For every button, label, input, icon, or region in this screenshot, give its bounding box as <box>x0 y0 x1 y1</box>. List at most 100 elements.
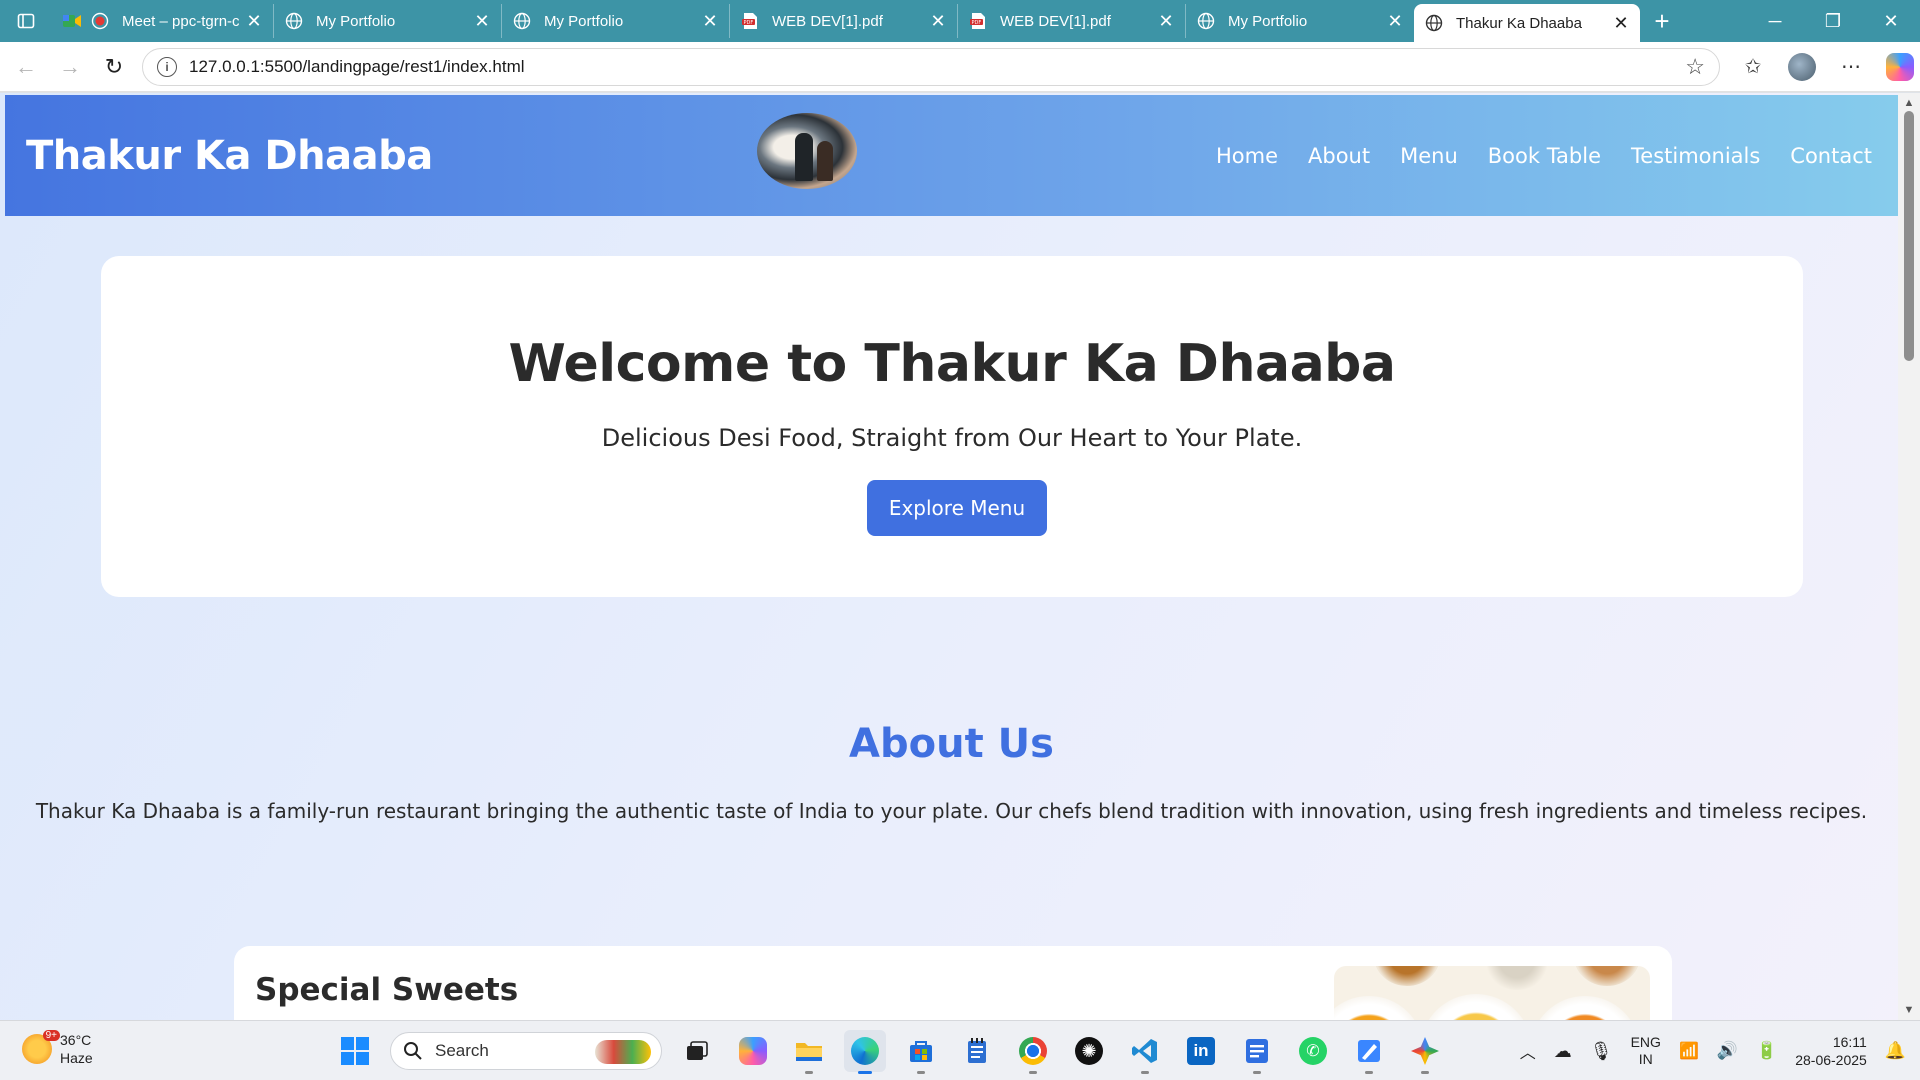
notepad-button[interactable] <box>956 1030 998 1072</box>
battery-icon[interactable]: 🔋 <box>1756 1041 1777 1061</box>
onedrive-icon[interactable]: ☁ <box>1554 1041 1572 1062</box>
close-tab-icon[interactable]: ✕ <box>701 11 719 32</box>
edge-button[interactable] <box>844 1030 886 1074</box>
close-tab-icon[interactable]: ✕ <box>1157 11 1175 32</box>
chrome-button[interactable] <box>1012 1030 1054 1074</box>
close-icon: ✕ <box>1883 10 1899 31</box>
tab-meet[interactable]: Meet – ppc-tgrn-c ✕ <box>52 4 274 38</box>
scroll-down-icon[interactable]: ▼ <box>1898 1000 1920 1020</box>
favorites-icon[interactable]: ✩ <box>1740 54 1766 80</box>
close-tab-icon[interactable]: ✕ <box>1612 13 1630 34</box>
scroll-up-icon[interactable]: ▲ <box>1898 93 1920 113</box>
clock[interactable]: 16:11 28-06-2025 <box>1795 1033 1867 1069</box>
store-button[interactable] <box>900 1030 942 1074</box>
new-tab-button[interactable]: + <box>1640 4 1684 38</box>
language-indicator[interactable]: ENG IN <box>1631 1034 1661 1068</box>
close-window-button[interactable]: ✕ <box>1862 0 1920 42</box>
nav-menu[interactable]: Menu <box>1400 144 1458 168</box>
minimize-button[interactable]: ─ <box>1746 0 1804 42</box>
forward-button[interactable]: → <box>48 47 92 87</box>
scrollbar-thumb[interactable] <box>1904 111 1914 361</box>
arrow-left-icon: ← <box>15 53 37 79</box>
about-text: Thakur Ka Dhaaba is a family-run restaur… <box>35 799 1868 823</box>
minimize-icon: ─ <box>1768 10 1782 31</box>
pdf-icon: PDF <box>740 11 760 31</box>
system-tray: ︿ ☁ 🎙 ENG IN 📶 🔊 🔋 16:11 28-06-2025 🔔 <box>1520 1027 1906 1075</box>
close-tab-icon[interactable]: ✕ <box>1386 11 1404 32</box>
docs-button[interactable] <box>1236 1030 1278 1074</box>
paint-icon <box>1358 1040 1380 1062</box>
page-scrollbar[interactable]: ▲ ▼ <box>1898 93 1920 1020</box>
restore-button[interactable]: ❐ <box>1804 0 1862 42</box>
tab-portfolio-2[interactable]: My Portfolio ✕ <box>502 4 730 38</box>
linkedin-button[interactable]: in <box>1180 1030 1222 1072</box>
running-indicator <box>858 1071 872 1074</box>
copilot-icon[interactable] <box>1886 52 1914 81</box>
nav-book-table[interactable]: Book Table <box>1488 144 1601 168</box>
food-bowl <box>1484 966 1550 990</box>
paint-button[interactable] <box>1348 1030 1390 1074</box>
chatgpt-button[interactable]: ✺ <box>1068 1030 1110 1072</box>
running-indicator <box>1141 1071 1149 1074</box>
whatsapp-button[interactable]: ✆ <box>1292 1030 1334 1072</box>
tab-pdf-2[interactable]: PDF WEB DEV[1].pdf ✕ <box>958 4 1186 38</box>
nav-about[interactable]: About <box>1308 144 1370 168</box>
address-bar[interactable]: i 127.0.0.1:5500/landingpage/rest1/index… <box>142 47 1720 86</box>
tab-actions-button[interactable] <box>0 0 52 42</box>
tab-actions-icon <box>17 13 35 29</box>
volume-icon[interactable]: 🔊 <box>1717 1041 1738 1061</box>
site-header: Thakur Ka Dhaaba Home About Menu Book Ta… <box>5 95 1898 216</box>
favorite-star-icon[interactable]: ☆ <box>1685 54 1705 80</box>
tab-thakur-ka-dhaaba[interactable]: Thakur Ka Dhaaba ✕ <box>1414 4 1640 42</box>
tab-pdf-1[interactable]: PDF WEB DEV[1].pdf ✕ <box>730 4 958 38</box>
profile-avatar[interactable] <box>1788 52 1816 81</box>
back-button[interactable]: ← <box>4 47 48 87</box>
chatgpt-icon: ✺ <box>1075 1037 1103 1065</box>
taskbar-apps: Search ✺ in ✆ <box>334 1029 1446 1074</box>
running-indicator <box>805 1071 813 1074</box>
wifi-icon[interactable]: 📶 <box>1679 1041 1699 1061</box>
notepad-icon <box>968 1038 986 1063</box>
notifications-icon[interactable]: 🔔 <box>1885 1041 1906 1061</box>
tab-title: My Portfolio <box>316 12 396 30</box>
taskbar-search[interactable]: Search <box>390 1032 662 1070</box>
site-info-icon[interactable]: i <box>157 56 177 77</box>
meet-icon <box>62 11 82 31</box>
file-explorer-button[interactable] <box>788 1030 830 1074</box>
hero-subtitle: Delicious Desi Food, Straight from Our H… <box>601 424 1303 452</box>
vscode-button[interactable] <box>1124 1030 1166 1074</box>
weather-widget[interactable]: 9+ 36°C Haze <box>22 1030 93 1067</box>
copilot-app-button[interactable] <box>732 1030 774 1072</box>
nav-testimonials[interactable]: Testimonials <box>1631 144 1760 168</box>
start-button[interactable] <box>334 1030 376 1072</box>
plus-icon: + <box>1654 5 1670 36</box>
gemini-button[interactable] <box>1404 1030 1446 1074</box>
close-tab-icon[interactable]: ✕ <box>473 11 491 32</box>
reload-button[interactable]: ↻ <box>92 47 136 87</box>
nav-home[interactable]: Home <box>1216 144 1278 168</box>
svg-text:PDF: PDF <box>972 20 982 26</box>
browser-tab-strip: Meet – ppc-tgrn-c ✕ My Portfolio ✕ My Po… <box>0 0 1920 42</box>
search-icon <box>404 1042 422 1060</box>
taskbar: 9+ 36°C Haze Search ✺ in ✆ ︿ ☁ 🎙 ENG IN … <box>0 1020 1920 1080</box>
page-viewport: Thakur Ka Dhaaba Home About Menu Book Ta… <box>0 93 1920 1020</box>
site-brand[interactable]: Thakur Ka Dhaaba <box>26 133 433 179</box>
vscode-icon <box>1132 1039 1157 1063</box>
close-tab-icon[interactable]: ✕ <box>245 11 263 32</box>
nav-contact[interactable]: Contact <box>1790 144 1872 168</box>
search-highlight-image <box>595 1040 651 1064</box>
close-tab-icon[interactable]: ✕ <box>929 11 947 32</box>
tab-portfolio-1[interactable]: My Portfolio ✕ <box>274 4 502 38</box>
recording-icon <box>90 11 110 31</box>
weather-sun-icon: 9+ <box>22 1030 60 1064</box>
food-bowl <box>1374 966 1440 986</box>
task-view-button[interactable] <box>676 1030 718 1072</box>
explore-menu-button[interactable]: Explore Menu <box>867 480 1047 536</box>
running-indicator <box>917 1071 925 1074</box>
microphone-icon[interactable]: 🎙 <box>1590 1041 1613 1062</box>
toolbar-right: ✩ ⋯ <box>1740 52 1914 81</box>
chevron-up-icon[interactable]: ︿ <box>1520 1039 1536 1063</box>
logo-photo <box>757 113 857 189</box>
tab-portfolio-3[interactable]: My Portfolio ✕ <box>1186 4 1414 38</box>
more-options-icon[interactable]: ⋯ <box>1838 54 1864 80</box>
